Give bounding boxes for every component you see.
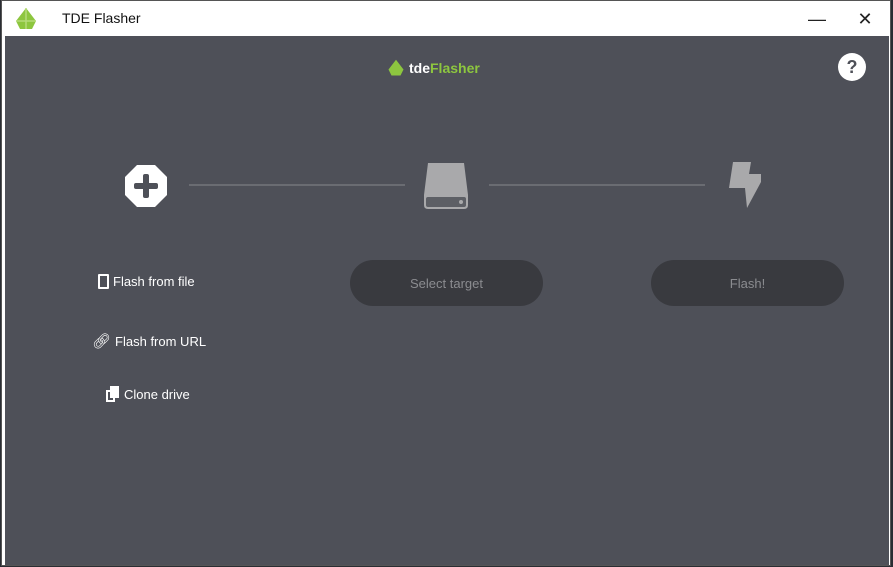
- clone-drive-label: Clone drive: [124, 386, 190, 402]
- drive-icon: [424, 163, 468, 209]
- link-icon: 🔗︎: [92, 333, 112, 350]
- app-window: TDE Flasher — ✕ tdeFlasher ? Flash from …: [1, 0, 891, 566]
- flash-button[interactable]: Flash!: [651, 260, 844, 306]
- flash-from-file-button[interactable]: Flash from file: [98, 274, 195, 289]
- minimize-button[interactable]: —: [797, 5, 837, 33]
- close-button[interactable]: ✕: [845, 5, 885, 33]
- title-bar: TDE Flasher — ✕: [2, 1, 890, 36]
- brand-suffix: Flasher: [430, 60, 480, 76]
- file-icon: [98, 274, 109, 289]
- brand-prefix: tde: [409, 60, 430, 76]
- app-logo-icon: [16, 8, 36, 29]
- help-button[interactable]: ?: [838, 53, 866, 81]
- brand-logo: tdeFlasher: [387, 59, 480, 77]
- flash-from-file-label: Flash from file: [113, 274, 195, 289]
- brand-logo-icon: [388, 59, 404, 76]
- main-panel: tdeFlasher ? Flash from file 🔗︎ Flash fro…: [5, 36, 889, 565]
- copy-icon: [106, 386, 120, 402]
- step-connector: [489, 184, 705, 186]
- clone-drive-button[interactable]: Clone drive: [106, 386, 190, 402]
- window-title: TDE Flasher: [62, 10, 141, 26]
- step-connector: [189, 184, 405, 186]
- flash-bolt-icon: [729, 162, 761, 208]
- select-target-button[interactable]: Select target: [350, 260, 543, 306]
- flash-from-url-button[interactable]: 🔗︎ Flash from URL: [92, 332, 206, 350]
- add-source-icon[interactable]: [124, 164, 168, 208]
- flash-from-url-label: Flash from URL: [115, 333, 207, 349]
